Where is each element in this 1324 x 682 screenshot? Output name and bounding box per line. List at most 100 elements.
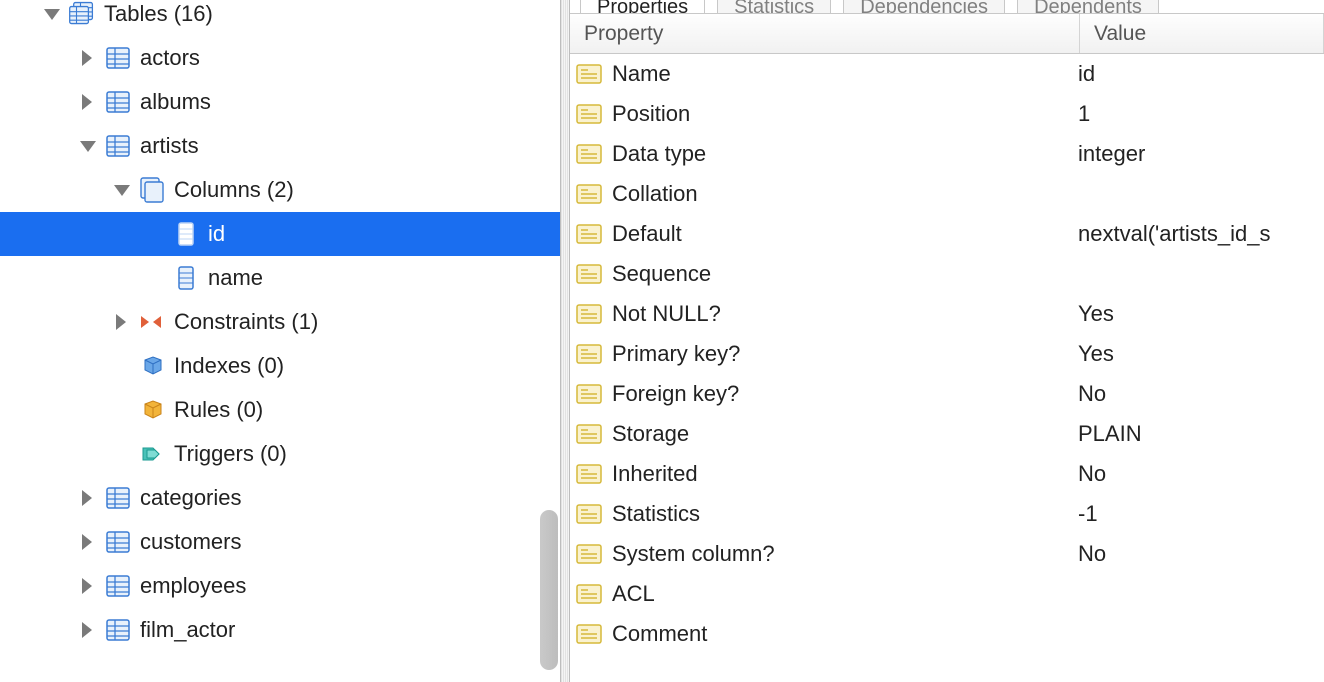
chevron-down-icon: [78, 136, 98, 156]
chevron-right-icon: [78, 620, 98, 640]
columns-icon: [138, 176, 166, 204]
tree-item-table-customers[interactable]: customers: [0, 520, 560, 564]
property-icon: [576, 383, 604, 405]
tree-item-label: Indexes (0): [174, 353, 284, 379]
tab-label: Dependencies: [860, 0, 988, 14]
property-row[interactable]: InheritedNo: [570, 454, 1324, 494]
column-header-property[interactable]: Property: [570, 14, 1080, 53]
property-row[interactable]: ACL: [570, 574, 1324, 614]
property-name: Collation: [612, 181, 1078, 207]
property-name: Name: [612, 61, 1078, 87]
property-name: Default: [612, 221, 1078, 247]
chevron-right-icon: [78, 48, 98, 68]
property-row[interactable]: Statistics-1: [570, 494, 1324, 534]
column-header-value[interactable]: Value: [1080, 14, 1324, 53]
property-name: Sequence: [612, 261, 1078, 287]
tree-item-indexes[interactable]: Indexes (0): [0, 344, 560, 388]
tree-item-constraints[interactable]: Constraints (1): [0, 300, 560, 344]
property-row[interactable]: Not NULL?Yes: [570, 294, 1324, 334]
property-icon: [576, 63, 604, 85]
tree-item-triggers[interactable]: Triggers (0): [0, 432, 560, 476]
tab-properties[interactable]: Properties: [580, 0, 705, 14]
tree-item-column-id[interactable]: id: [0, 212, 560, 256]
tree-item-label: Constraints (1): [174, 309, 318, 335]
property-row[interactable]: Defaultnextval('artists_id_s: [570, 214, 1324, 254]
property-row[interactable]: Data typeinteger: [570, 134, 1324, 174]
property-icon: [576, 583, 604, 605]
property-name: Statistics: [612, 501, 1078, 527]
tab-statistics[interactable]: Statistics: [717, 0, 831, 14]
property-icon: [576, 183, 604, 205]
pane-splitter[interactable]: [560, 0, 570, 682]
property-row[interactable]: Comment: [570, 614, 1324, 654]
tree-item-label: artists: [140, 133, 199, 159]
property-icon: [576, 623, 604, 645]
property-name: Position: [612, 101, 1078, 127]
property-value: No: [1078, 461, 1324, 487]
tree-item-column-name[interactable]: name: [0, 256, 560, 300]
tab-label: Properties: [597, 0, 688, 14]
property-name: Primary key?: [612, 341, 1078, 367]
chevron-right-icon: [78, 488, 98, 508]
indexes-icon: [138, 352, 166, 380]
property-row[interactable]: Foreign key?No: [570, 374, 1324, 414]
property-icon: [576, 303, 604, 325]
tree-item-table-categories[interactable]: categories: [0, 476, 560, 520]
tree-item-table-actors[interactable]: actors: [0, 36, 560, 80]
tree-item-tables[interactable]: Tables (16): [0, 0, 560, 36]
property-value: id: [1078, 61, 1324, 87]
property-name: System column?: [612, 541, 1078, 567]
table-icon: [104, 88, 132, 116]
detail-panel: Properties Statistics Dependencies Depen…: [570, 0, 1324, 682]
tree-item-label: customers: [140, 529, 241, 555]
property-icon: [576, 223, 604, 245]
tree-item-label: Tables (16): [104, 1, 213, 27]
tree-item-columns[interactable]: Columns (2): [0, 168, 560, 212]
property-icon: [576, 103, 604, 125]
property-value: Yes: [1078, 301, 1324, 327]
table-icon: [104, 484, 132, 512]
tables-icon: [68, 0, 96, 28]
property-icon: [576, 143, 604, 165]
scrollbar-thumb[interactable]: [540, 510, 558, 670]
property-row[interactable]: Nameid: [570, 54, 1324, 94]
chevron-right-icon: [78, 92, 98, 112]
tree-item-label: actors: [140, 45, 200, 71]
property-row[interactable]: StoragePLAIN: [570, 414, 1324, 454]
column-icon: [172, 220, 200, 248]
table-icon: [104, 528, 132, 556]
property-row[interactable]: Sequence: [570, 254, 1324, 294]
tree-item-table-albums[interactable]: albums: [0, 80, 560, 124]
column-icon: [172, 264, 200, 292]
tree-item-table-film-actor[interactable]: film_actor: [0, 608, 560, 652]
table-icon: [104, 616, 132, 644]
table-icon: [104, 44, 132, 72]
chevron-down-icon: [42, 4, 62, 24]
tab-dependents[interactable]: Dependents: [1017, 0, 1159, 14]
property-row[interactable]: System column?No: [570, 534, 1324, 574]
chevron-right-icon: [78, 532, 98, 552]
property-name: Data type: [612, 141, 1078, 167]
property-row[interactable]: Collation: [570, 174, 1324, 214]
property-row[interactable]: Position1: [570, 94, 1324, 134]
property-name: Foreign key?: [612, 381, 1078, 407]
tree-item-table-employees[interactable]: employees: [0, 564, 560, 608]
tree-item-rules[interactable]: Rules (0): [0, 388, 560, 432]
property-row[interactable]: Primary key?Yes: [570, 334, 1324, 374]
property-value: No: [1078, 381, 1324, 407]
triggers-icon: [138, 440, 166, 468]
property-name: Inherited: [612, 461, 1078, 487]
property-icon: [576, 463, 604, 485]
property-value: No: [1078, 541, 1324, 567]
object-browser-tree[interactable]: Sequences (15) Tables (16) actors: [0, 0, 560, 682]
tree-item-label: categories: [140, 485, 242, 511]
tree-item-label: Rules (0): [174, 397, 263, 423]
property-icon: [576, 503, 604, 525]
tree-item-table-artists[interactable]: artists: [0, 124, 560, 168]
detail-tabstrip: Properties Statistics Dependencies Depen…: [570, 0, 1324, 14]
tree-item-label: Columns (2): [174, 177, 294, 203]
chevron-right-icon: [112, 312, 132, 332]
property-icon: [576, 263, 604, 285]
tree-item-label: name: [208, 265, 263, 291]
tab-dependencies[interactable]: Dependencies: [843, 0, 1005, 14]
